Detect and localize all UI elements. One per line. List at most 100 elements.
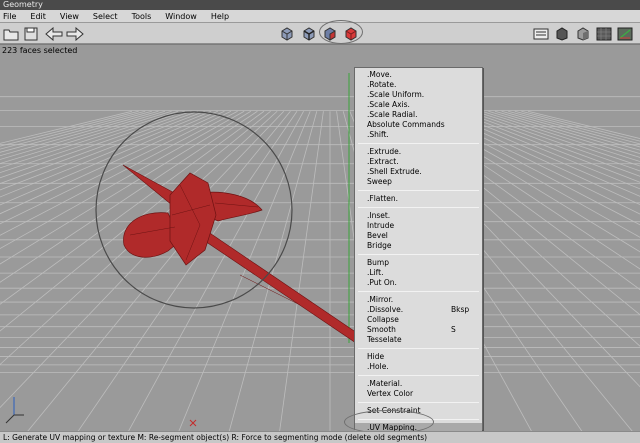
object-select-icon[interactable]: [342, 25, 360, 42]
grid-and-model: [0, 73, 640, 431]
redo-arrow-icon[interactable]: [66, 25, 84, 42]
context-menu-item-label: .Mirror.: [367, 295, 394, 304]
context-menu-item-bump[interactable]: Bump: [355, 258, 482, 268]
open-folder-icon[interactable]: [2, 25, 20, 42]
context-menu-item-label: .Shell Extrude.: [367, 167, 422, 176]
context-menu-item-label: Hide: [367, 352, 385, 361]
context-menu-item-put-on[interactable]: .Put On.: [355, 278, 482, 288]
context-menu-item-label: Tesselate: [367, 335, 402, 344]
context-menu-item-label: Bridge: [367, 241, 392, 250]
axe-handle: [189, 222, 361, 344]
menu-separator: [358, 375, 479, 376]
ground-plane-icon[interactable]: [595, 25, 613, 42]
menu-tools[interactable]: Tools: [132, 12, 152, 21]
context-menu-item-label: .Rotate.: [367, 80, 397, 89]
context-menu-item-label: .Put On.: [367, 278, 397, 287]
context-menu-item-shortcut: S: [451, 325, 456, 334]
context-menu-item-bridge[interactable]: Bridge: [355, 241, 482, 251]
menu-separator: [358, 190, 479, 191]
context-menu-item-label: .Lift.: [367, 268, 384, 277]
context-menu-item-label: Bevel: [367, 231, 388, 240]
menu-separator: [358, 143, 479, 144]
context-menu-item-rotate[interactable]: .Rotate.: [355, 80, 482, 90]
origin-x-marker: [189, 419, 197, 427]
context-menu-item-hide[interactable]: Hide: [355, 352, 482, 362]
selection-status: 223 faces selected: [2, 46, 78, 55]
context-menu-item-material[interactable]: .Material.: [355, 379, 482, 389]
context-menu-item-intrude[interactable]: Intrude: [355, 221, 482, 231]
menubar: File Edit View Select Tools Window Help: [0, 10, 640, 23]
context-menu-item-bevel[interactable]: Bevel: [355, 231, 482, 241]
context-menu-item-label: .Hole.: [367, 362, 389, 371]
context-menu-item-label: .Scale Radial.: [367, 110, 418, 119]
context-menu-item-label: .Shift.: [367, 130, 389, 139]
context-menu-item-mirror[interactable]: .Mirror.: [355, 295, 482, 305]
menu-separator: [358, 348, 479, 349]
menu-select[interactable]: Select: [93, 12, 118, 21]
context-menu-item-extract[interactable]: .Extract.: [355, 157, 482, 167]
menu-separator: [358, 419, 479, 420]
context-menu-item-label: .Move.: [367, 70, 392, 79]
context-menu-item-label: Collapse: [367, 315, 399, 324]
context-menu-item-sweep[interactable]: Sweep: [355, 177, 482, 187]
context-menu-item-label: .Extrude.: [367, 147, 402, 156]
axe-head-center: [169, 172, 217, 266]
vertex-select-icon[interactable]: [278, 25, 296, 42]
context-menu-item-label: Intrude: [367, 221, 395, 230]
3d-viewport[interactable]: 223 faces selected: [0, 45, 640, 431]
context-menu-item-scale-uniform[interactable]: .Scale Uniform.: [355, 90, 482, 100]
context-menu-item-inset[interactable]: .Inset.: [355, 211, 482, 221]
context-menu-item-label: .Dissolve.: [367, 305, 404, 314]
ground-grid: [0, 96, 640, 431]
status-bar: L: Generate UV mapping or texture M: Re-…: [0, 431, 640, 443]
menu-edit[interactable]: Edit: [30, 12, 46, 21]
menu-view[interactable]: View: [60, 12, 79, 21]
edge-select-icon[interactable]: [300, 25, 318, 42]
context-menu-item-smooth[interactable]: Smooth S: [355, 325, 482, 335]
context-menu-item-tesselate[interactable]: Tesselate: [355, 335, 482, 345]
context-menu-item-scale-radial[interactable]: .Scale Radial.: [355, 110, 482, 120]
context-menu-item-label: Absolute Commands: [367, 120, 445, 129]
context-menu-item-shift[interactable]: .Shift.: [355, 130, 482, 140]
context-menu-item-flatten[interactable]: .Flatten.: [355, 194, 482, 204]
context-menu-item-label: .Inset.: [367, 211, 391, 220]
context-menu-item-lift[interactable]: .Lift.: [355, 268, 482, 278]
context-menu-item-label: .Scale Axis.: [367, 100, 410, 109]
context-menu-item-extrude[interactable]: .Extrude.: [355, 147, 482, 157]
context-menu-item-set-constraint[interactable]: Set Constraint: [355, 406, 482, 416]
context-menu-item-label: Vertex Color: [367, 389, 414, 398]
undo-arrow-icon[interactable]: [45, 25, 63, 42]
menu-file[interactable]: File: [3, 12, 16, 21]
camera-view-icon[interactable]: [532, 25, 550, 42]
context-menu-item-shell-extrude[interactable]: .Shell Extrude.: [355, 167, 482, 177]
menu-help[interactable]: Help: [211, 12, 229, 21]
context-menu-item-scale-axis[interactable]: .Scale Axis.: [355, 100, 482, 110]
save-icon[interactable]: [22, 25, 40, 42]
menu-separator: [358, 402, 479, 403]
context-menu-item-hole[interactable]: .Hole.: [355, 362, 482, 372]
context-menu-item-absolute-commands[interactable]: Absolute Commands: [355, 120, 482, 130]
context-menu-item-label: .Extract.: [367, 157, 399, 166]
menu-separator: [358, 207, 479, 208]
context-menu-item-label: .Material.: [367, 379, 403, 388]
toolbar: [0, 20, 640, 44]
context-menu-item-shortcut: Bksp: [451, 305, 470, 314]
context-menu-item-label: .Flatten.: [367, 194, 399, 203]
context-menu-item-label: Set Constraint: [367, 406, 421, 415]
context-menu-item-label: .Scale Uniform.: [367, 90, 425, 99]
axis-gizmo: [5, 397, 24, 424]
context-menu-item-dissolve[interactable]: .Dissolve. Bksp: [355, 305, 482, 315]
context-menu-item-label: Sweep: [367, 177, 392, 186]
shaded-cube-icon[interactable]: [574, 25, 592, 42]
context-menu-item-label: Bump: [367, 258, 389, 267]
context-menu-item-label: Smooth: [367, 325, 396, 334]
menu-window[interactable]: Window: [165, 12, 197, 21]
window-title: Geometry: [0, 0, 640, 10]
context-menu-item-move[interactable]: .Move.: [355, 70, 482, 80]
axes-icon[interactable]: [616, 25, 634, 42]
context-menu-item-vertex-color[interactable]: Vertex Color: [355, 389, 482, 399]
context-menu-item-collapse[interactable]: Collapse: [355, 315, 482, 325]
menu-separator: [358, 291, 479, 292]
wireframe-cube-icon[interactable]: [553, 25, 571, 42]
face-select-icon[interactable]: [321, 25, 339, 42]
